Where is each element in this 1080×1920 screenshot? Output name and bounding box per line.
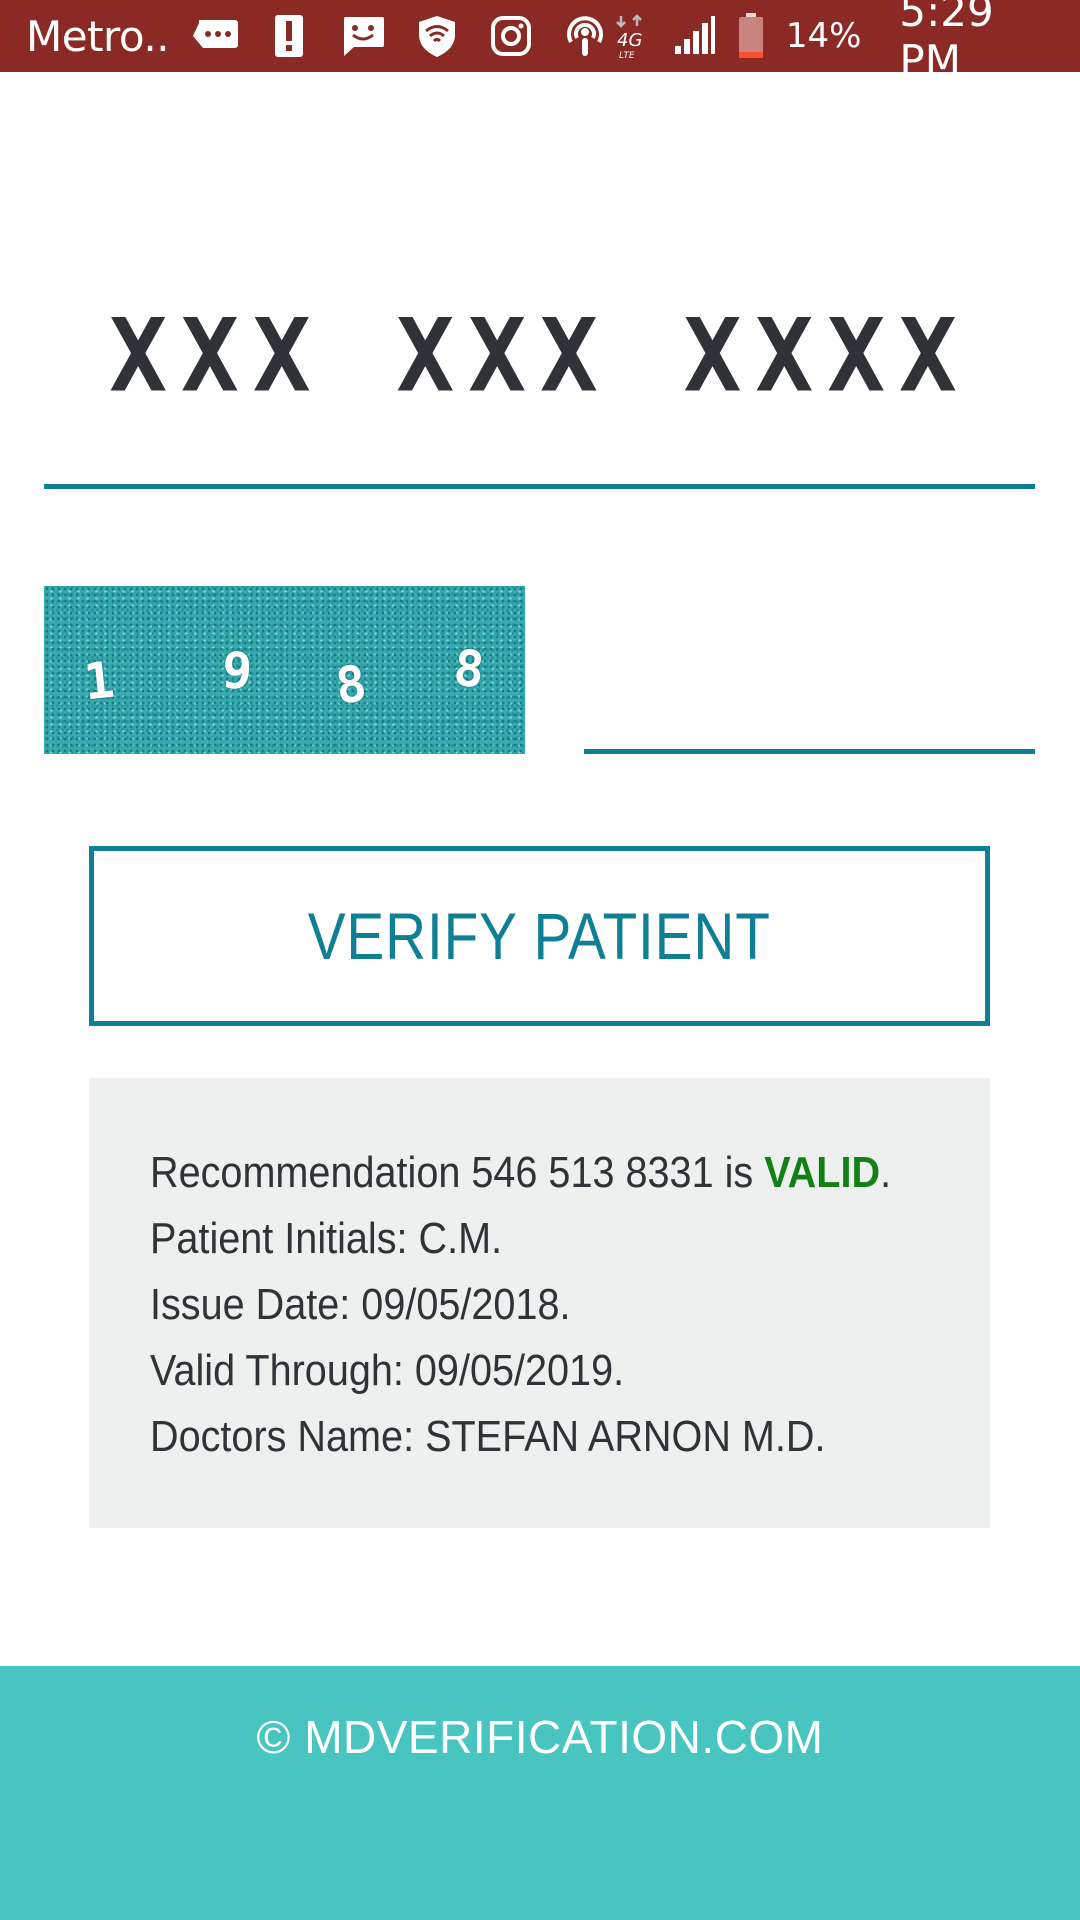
message-icon xyxy=(191,12,239,60)
valid-through: Valid Through: 09/05/2019. xyxy=(150,1346,625,1395)
doctor-name: Doctors Name: STEFAN ARNON M.D. xyxy=(150,1412,826,1461)
battery-percent: 14% xyxy=(785,16,862,56)
instagram-icon xyxy=(487,12,535,60)
result-prefix: Recommendation 546 513 8331 is xyxy=(150,1148,765,1197)
chat-icon xyxy=(339,12,387,60)
captcha-digit: 8 xyxy=(332,654,370,716)
verify-patient-label: VERIFY PATIENT xyxy=(307,899,772,973)
footer-copyright-link[interactable]: © MDVERIFICATION.COM xyxy=(0,1710,1080,1764)
title-divider xyxy=(44,484,1035,489)
carrier-name: Metro.. xyxy=(26,11,170,61)
podcast-icon xyxy=(561,12,609,60)
4g-lte-icon: 4G LTE xyxy=(609,12,653,60)
captcha-digit: 8 xyxy=(451,638,488,700)
signal-icon xyxy=(671,12,717,60)
valid-status: VALID xyxy=(764,1148,881,1197)
result-suffix: . xyxy=(880,1148,892,1197)
issue-date: Issue Date: 09/05/2018. xyxy=(150,1280,571,1329)
patient-initials: Patient Initials: C.M. xyxy=(150,1214,503,1263)
captcha-input[interactable] xyxy=(584,690,1035,754)
footer: © MDVERIFICATION.COM xyxy=(0,1666,1080,1920)
status-bar: Metro.. 4G LTE 14% 5:29 PM xyxy=(0,0,1080,85)
network-type-label: 4G xyxy=(617,30,642,51)
verification-result: Recommendation 546 513 8331 is VALID. Pa… xyxy=(89,1078,990,1528)
alert-icon xyxy=(265,12,313,60)
battery-icon xyxy=(735,12,768,60)
verify-patient-button[interactable]: VERIFY PATIENT xyxy=(89,846,990,1026)
notification-icons xyxy=(191,12,609,60)
clock: 5:29 PM xyxy=(899,0,994,85)
captcha-digit: 1 xyxy=(81,650,118,712)
recommendation-number-title: XXX XXX XXXX xyxy=(109,297,971,415)
result-status-line: Recommendation 546 513 8331 is VALID. xyxy=(150,1140,990,1206)
svg-text:LTE: LTE xyxy=(619,51,635,60)
captcha-digit: 9 xyxy=(220,641,255,701)
captcha-image: 1 9 8 8 xyxy=(44,586,525,754)
shield-wifi-icon xyxy=(413,12,461,60)
system-indicators: 4G LTE 14% 5:29 PM xyxy=(609,0,1054,85)
